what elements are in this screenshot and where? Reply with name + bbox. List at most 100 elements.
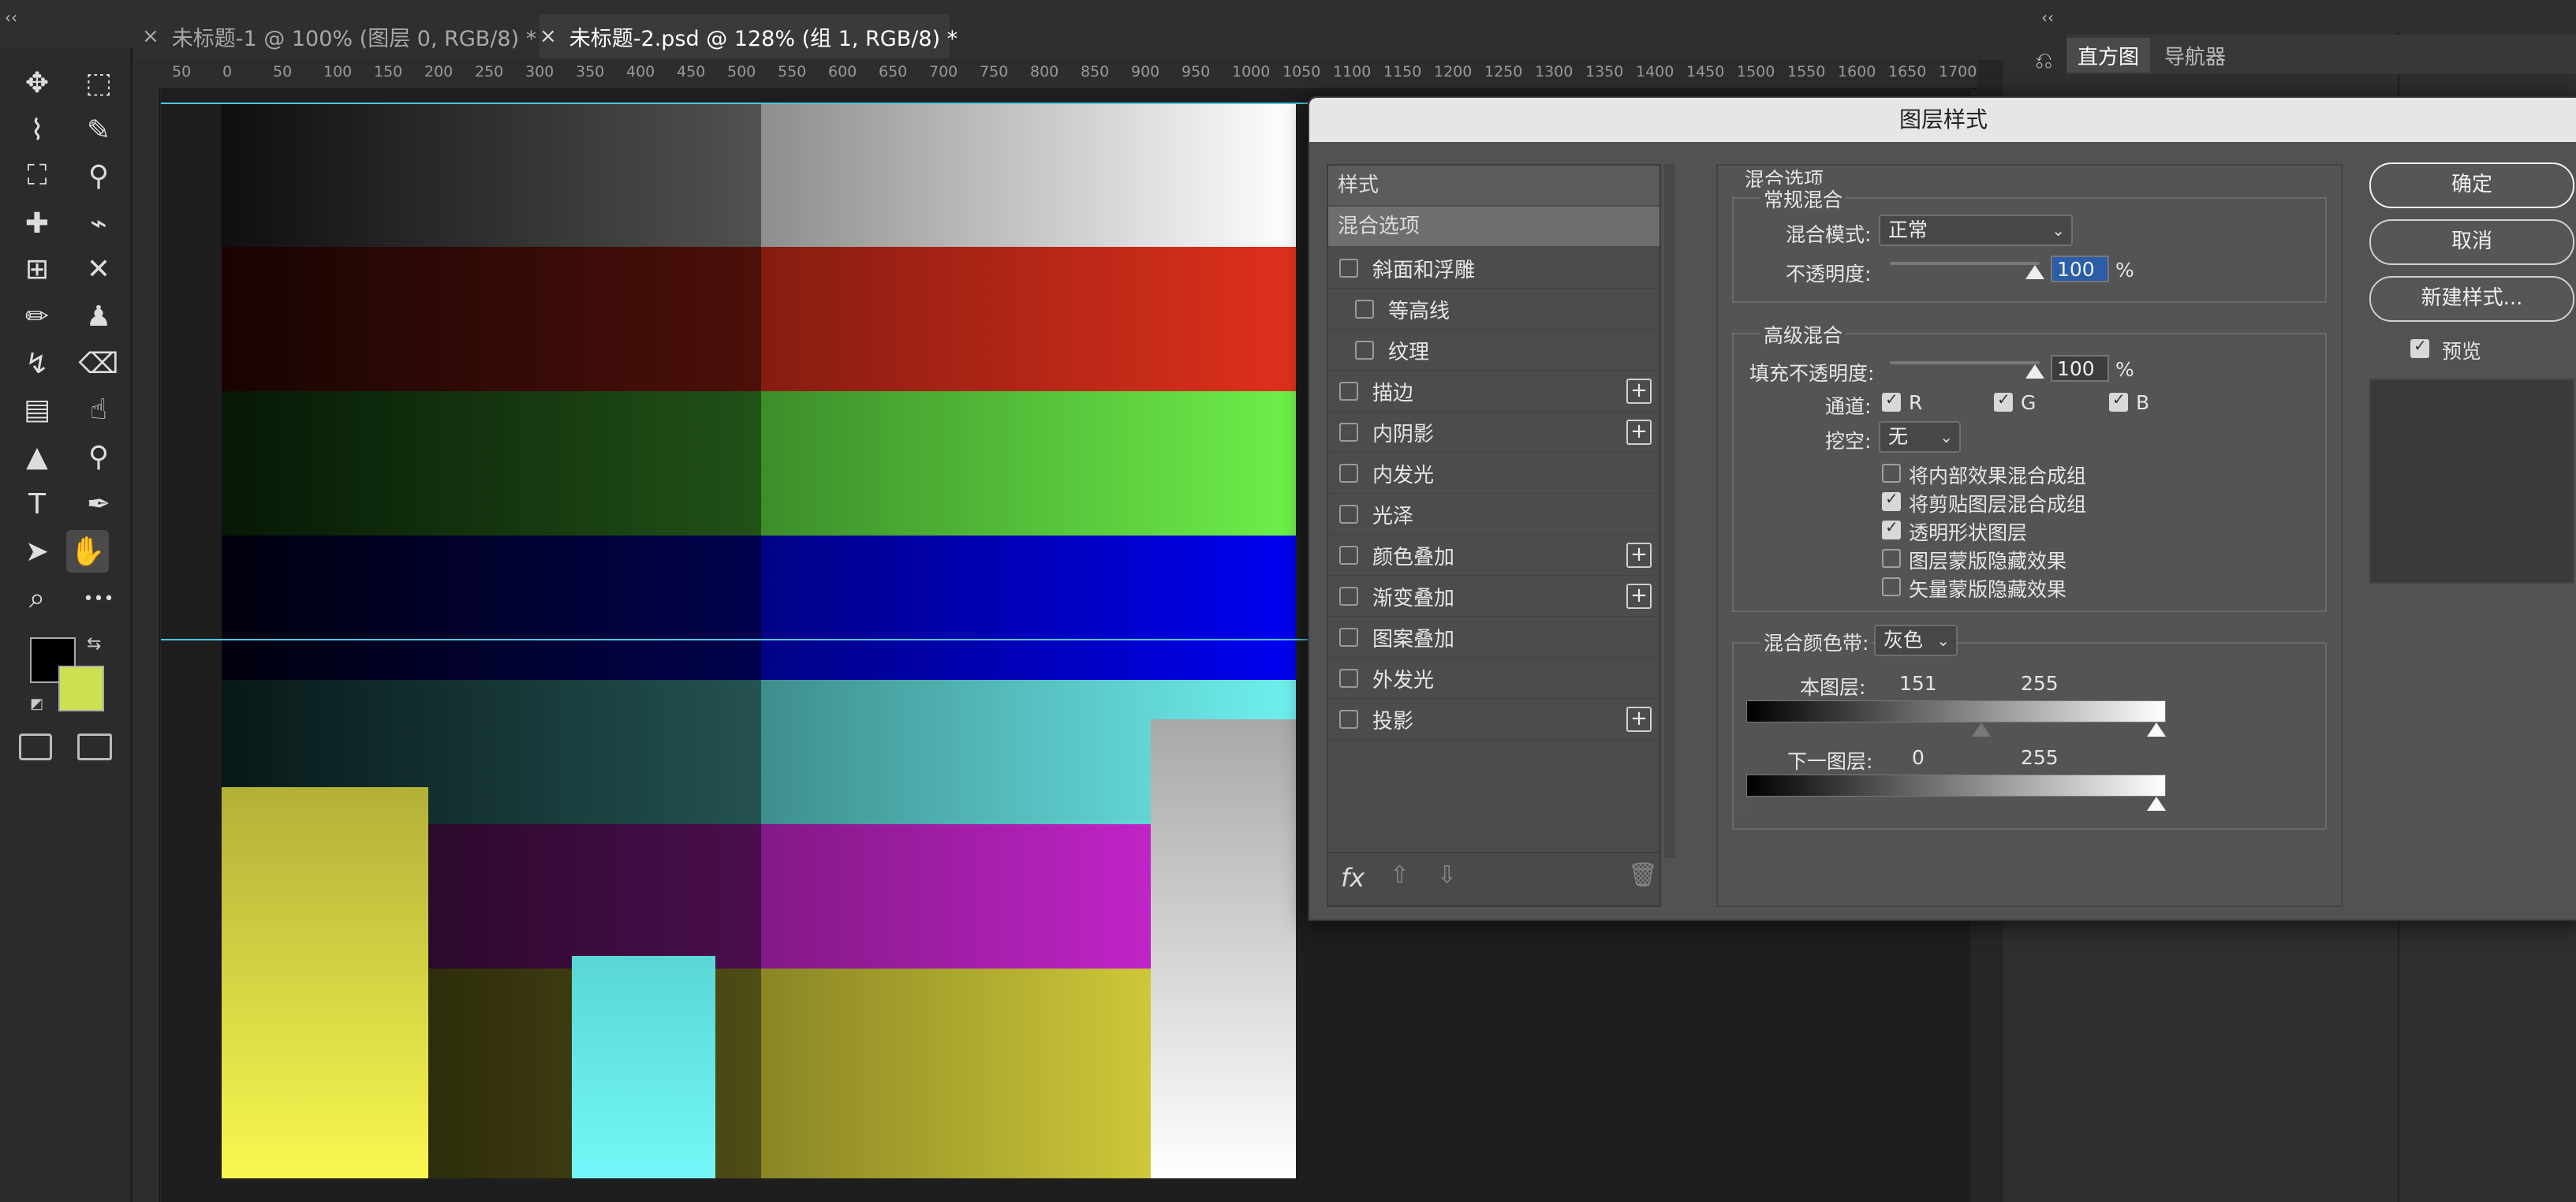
ok-button[interactable]: 确定 bbox=[2369, 162, 2574, 208]
effect-checkbox[interactable] bbox=[1339, 587, 1358, 606]
effect-item[interactable]: 斜面和浮雕 bbox=[1328, 248, 1659, 289]
lasso-tool-icon[interactable]: ⌇ bbox=[16, 109, 58, 151]
blend-mode-select[interactable]: 正常 ⌄ bbox=[1879, 215, 2073, 246]
fill-opacity-slider[interactable] bbox=[1890, 361, 2040, 364]
document-tab-2[interactable]: × 未标题-2.psd @ 128% (组 1, RGB/8) * bbox=[539, 14, 958, 58]
effect-checkbox[interactable] bbox=[1339, 546, 1358, 565]
effect-checkbox[interactable] bbox=[1339, 710, 1358, 729]
collapse-toolbar-icon[interactable]: ‹‹ bbox=[5, 8, 17, 27]
effect-item[interactable]: 内阴影 + bbox=[1328, 412, 1659, 453]
effect-item[interactable]: 描边 + bbox=[1328, 371, 1659, 412]
move-tool-icon[interactable]: ✥ bbox=[16, 62, 58, 104]
effect-item[interactable]: 外发光 bbox=[1328, 658, 1659, 699]
this-layer-white-slider[interactable] bbox=[2147, 722, 2166, 737]
effect-item[interactable]: 等高线 bbox=[1328, 289, 1659, 330]
opacity-input[interactable]: 100 bbox=[2051, 256, 2109, 282]
effect-checkbox[interactable] bbox=[1339, 464, 1358, 483]
knockout-select[interactable]: 无 ⌄ bbox=[1879, 421, 1961, 453]
move-up-icon[interactable]: ⇧ bbox=[1390, 861, 1409, 889]
opacity-slider-thumb[interactable] bbox=[2025, 265, 2044, 279]
add-effect-icon[interactable]: + bbox=[1626, 707, 1652, 732]
styles-scrollbar[interactable] bbox=[1664, 164, 1675, 858]
pen-tool-icon[interactable]: ✒ bbox=[77, 483, 120, 525]
quick-select-tool-icon[interactable]: ✎ bbox=[77, 109, 120, 151]
more-tools-icon[interactable]: ••• bbox=[77, 577, 120, 620]
document-canvas[interactable] bbox=[222, 103, 1296, 1178]
eyedropper-tool-icon[interactable]: ⚲ bbox=[77, 155, 120, 197]
tab-histogram[interactable]: 直方图 bbox=[2066, 38, 2151, 73]
opacity-slider[interactable] bbox=[1890, 262, 2040, 265]
new-style-button[interactable]: 新建样式... bbox=[2369, 276, 2574, 322]
sharpen-tool-icon[interactable]: ▲ bbox=[16, 435, 58, 478]
cancel-button[interactable]: 取消 bbox=[2369, 219, 2574, 265]
history-panel-icon[interactable]: ⎌ bbox=[2035, 47, 2055, 79]
preview-checkbox[interactable] bbox=[2410, 336, 2429, 358]
swap-colors-icon[interactable]: ⇆ bbox=[87, 634, 101, 654]
stamp-tool-icon[interactable]: ♟ bbox=[77, 295, 120, 338]
path-select-tool-icon[interactable]: ➤ bbox=[16, 530, 58, 573]
effect-checkbox[interactable] bbox=[1339, 259, 1358, 278]
guide-line-middle[interactable] bbox=[161, 639, 1312, 640]
blending-options-item[interactable]: 混合选项 bbox=[1328, 207, 1659, 246]
screen-mode-icon[interactable] bbox=[77, 734, 112, 760]
content-aware-tool-icon[interactable]: ⊞ bbox=[16, 248, 58, 290]
eraser-tool-icon[interactable]: ⌫ bbox=[77, 342, 120, 385]
effect-checkbox[interactable] bbox=[1339, 628, 1358, 647]
quick-mask-icon[interactable] bbox=[19, 734, 52, 760]
add-effect-icon[interactable]: + bbox=[1626, 420, 1652, 445]
effect-item[interactable]: 光泽 bbox=[1328, 494, 1659, 535]
brush-tool-icon[interactable]: ✏ bbox=[16, 295, 58, 338]
effect-item[interactable]: 投影 + bbox=[1328, 699, 1659, 740]
effect-checkbox[interactable] bbox=[1339, 505, 1358, 524]
styles-header[interactable]: 样式 bbox=[1328, 166, 1659, 205]
option-checkbox[interactable] bbox=[1882, 517, 1901, 539]
close-tab-icon[interactable]: × bbox=[539, 24, 557, 48]
collapse-panels-icon[interactable]: ‹‹ bbox=[2041, 8, 2054, 27]
effect-checkbox[interactable] bbox=[1355, 300, 1374, 319]
effect-item[interactable]: 内发光 bbox=[1328, 453, 1659, 494]
effect-item[interactable]: 渐变叠加 + bbox=[1328, 576, 1659, 617]
effect-checkbox[interactable] bbox=[1339, 382, 1358, 401]
smudge-tool-icon[interactable]: ☝ bbox=[77, 388, 120, 431]
marquee-tool-icon[interactable]: ⬚ bbox=[77, 62, 120, 104]
option-checkbox[interactable] bbox=[1882, 549, 1901, 568]
channel-g-checkbox[interactable] bbox=[1994, 390, 2013, 412]
underlying-white-slider[interactable] bbox=[2147, 797, 2166, 811]
tab-navigator[interactable]: 导航器 bbox=[2153, 38, 2237, 73]
type-tool-icon[interactable]: T bbox=[16, 483, 58, 525]
move-down-icon[interactable]: ⇩ bbox=[1437, 861, 1457, 889]
effect-checkbox[interactable] bbox=[1339, 669, 1358, 688]
add-effect-icon[interactable]: + bbox=[1626, 543, 1652, 568]
effect-checkbox[interactable] bbox=[1355, 341, 1374, 360]
default-colors-icon[interactable]: ◩ bbox=[30, 696, 43, 712]
option-checkbox[interactable] bbox=[1882, 577, 1901, 596]
document-tab-1[interactable]: × 未标题-1 @ 100% (图层 0, RGB/8) * bbox=[142, 14, 536, 58]
effect-item[interactable]: 图案叠加 bbox=[1328, 617, 1659, 658]
gradient-tool-icon[interactable]: ▤ bbox=[16, 388, 58, 431]
option-checkbox[interactable] bbox=[1882, 489, 1901, 511]
effect-checkbox[interactable] bbox=[1339, 423, 1358, 442]
effect-item[interactable]: 颜色叠加 + bbox=[1328, 535, 1659, 576]
add-effect-icon[interactable]: + bbox=[1626, 379, 1652, 404]
option-checkbox[interactable] bbox=[1882, 464, 1901, 483]
brush-alt-tool-icon[interactable]: ⌁ bbox=[77, 202, 120, 245]
hand-tool-icon[interactable]: ✋ bbox=[66, 530, 109, 573]
close-tab-icon[interactable]: × bbox=[142, 24, 159, 48]
channel-b-checkbox[interactable] bbox=[2109, 390, 2128, 412]
underlying-black-slider[interactable] bbox=[1737, 797, 1756, 811]
fx-icon[interactable]: fx bbox=[1341, 863, 1365, 893]
zoom-tool-icon[interactable]: ⌕ bbox=[16, 577, 58, 620]
add-effect-icon[interactable]: + bbox=[1626, 584, 1652, 609]
healing-tool-icon[interactable]: ✚ bbox=[16, 202, 58, 245]
crop-tool-icon[interactable]: ⛶ bbox=[16, 155, 58, 197]
background-color-swatch[interactable] bbox=[58, 666, 104, 711]
effect-item[interactable]: 纹理 bbox=[1328, 330, 1659, 371]
fill-opacity-input[interactable]: 100 bbox=[2051, 355, 2109, 382]
dodge-tool-icon[interactable]: ⚲ bbox=[77, 435, 120, 478]
channel-r-checkbox[interactable] bbox=[1882, 390, 1901, 412]
trash-icon[interactable]: 🗑 bbox=[1628, 861, 1658, 889]
transform-tool-icon[interactable]: ✕ bbox=[77, 248, 120, 290]
fill-opacity-slider-thumb[interactable] bbox=[2025, 364, 2044, 379]
blend-if-select[interactable]: 灰色 ⌄ bbox=[1874, 625, 1958, 656]
history-brush-tool-icon[interactable]: ↯ bbox=[16, 342, 58, 385]
